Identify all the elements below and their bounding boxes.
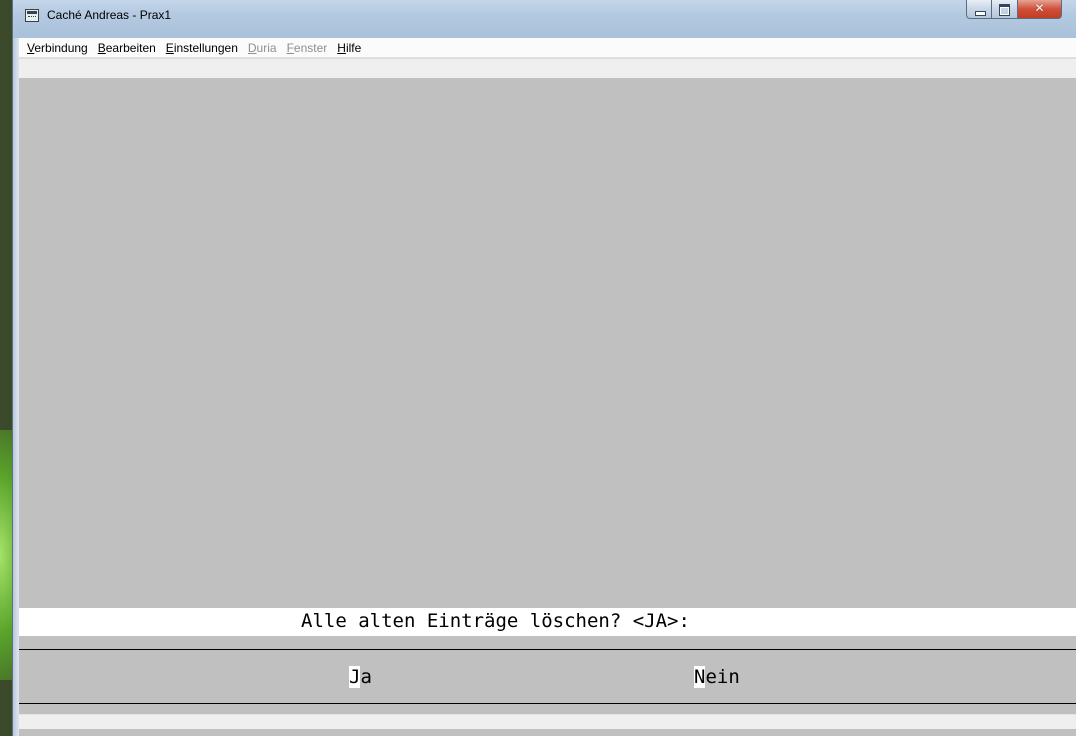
- menu-accel: H: [337, 40, 346, 55]
- option-nein[interactable]: Nein: [694, 666, 740, 688]
- option-ja-label: a: [360, 666, 372, 688]
- menu-label: uria: [256, 40, 277, 55]
- delete-entries-prompt: Alle alten Einträge löschen? <JA>:: [301, 610, 690, 632]
- menu-label: ilfe: [345, 40, 362, 55]
- prompt-line: Alle alten Einträge löschen? <JA>:: [19, 608, 1076, 636]
- menu-bearbeiten[interactable]: Bearbeiten: [98, 41, 156, 55]
- choice-bottom-rule: [19, 703, 1076, 704]
- status-line: [19, 714, 1076, 729]
- option-ja[interactable]: Ja: [349, 666, 372, 688]
- maximize-button[interactable]: [992, 0, 1018, 19]
- close-button[interactable]: ✕: [1018, 0, 1062, 19]
- menu-einstellungen[interactable]: Einstellungen: [166, 41, 238, 55]
- close-icon: ✕: [1034, 1, 1045, 15]
- menu-label: instellungen: [173, 40, 238, 55]
- minimize-icon: [975, 11, 986, 16]
- menu-label: earbeiten: [105, 40, 156, 55]
- menu-bar: Verbindung Bearbeiten Einstellungen Duri…: [19, 38, 1076, 58]
- terminal-app-icon[interactable]: [25, 9, 39, 22]
- terminal-top-line: [19, 58, 1076, 78]
- terminal-content-area: [19, 78, 1076, 608]
- menu-fenster: Fenster: [287, 41, 328, 55]
- menu-accel: D: [247, 40, 257, 55]
- menu-accel: F: [286, 40, 294, 55]
- menu-label: erbindung: [34, 40, 88, 55]
- terminal-screen[interactable]: Alle alten Einträge löschen? <JA>: Ja Ne…: [19, 58, 1076, 736]
- minimize-button[interactable]: [966, 0, 992, 19]
- choice-top-rule: [19, 649, 1076, 650]
- terminal-window: Caché Andreas - Prax1 ✕ Verbindung Bearb…: [12, 0, 1076, 736]
- menu-hilfe[interactable]: Hilfe: [337, 41, 361, 55]
- option-ja-hotkey: J: [349, 666, 361, 688]
- menu-label: enster: [293, 40, 328, 55]
- menu-duria: Duria: [248, 41, 277, 55]
- option-nein-hotkey: N: [694, 666, 706, 688]
- window-title: Caché Andreas - Prax1: [47, 8, 172, 22]
- menu-accel: B: [97, 40, 106, 55]
- option-nein-label: ein: [705, 666, 740, 688]
- menu-accel: E: [165, 40, 174, 55]
- title-bar[interactable]: Caché Andreas - Prax1 ✕: [13, 0, 1076, 38]
- caption-buttons: ✕: [966, 0, 1062, 20]
- menu-verbindung[interactable]: Verbindung: [27, 41, 88, 55]
- maximize-icon: [999, 4, 1010, 16]
